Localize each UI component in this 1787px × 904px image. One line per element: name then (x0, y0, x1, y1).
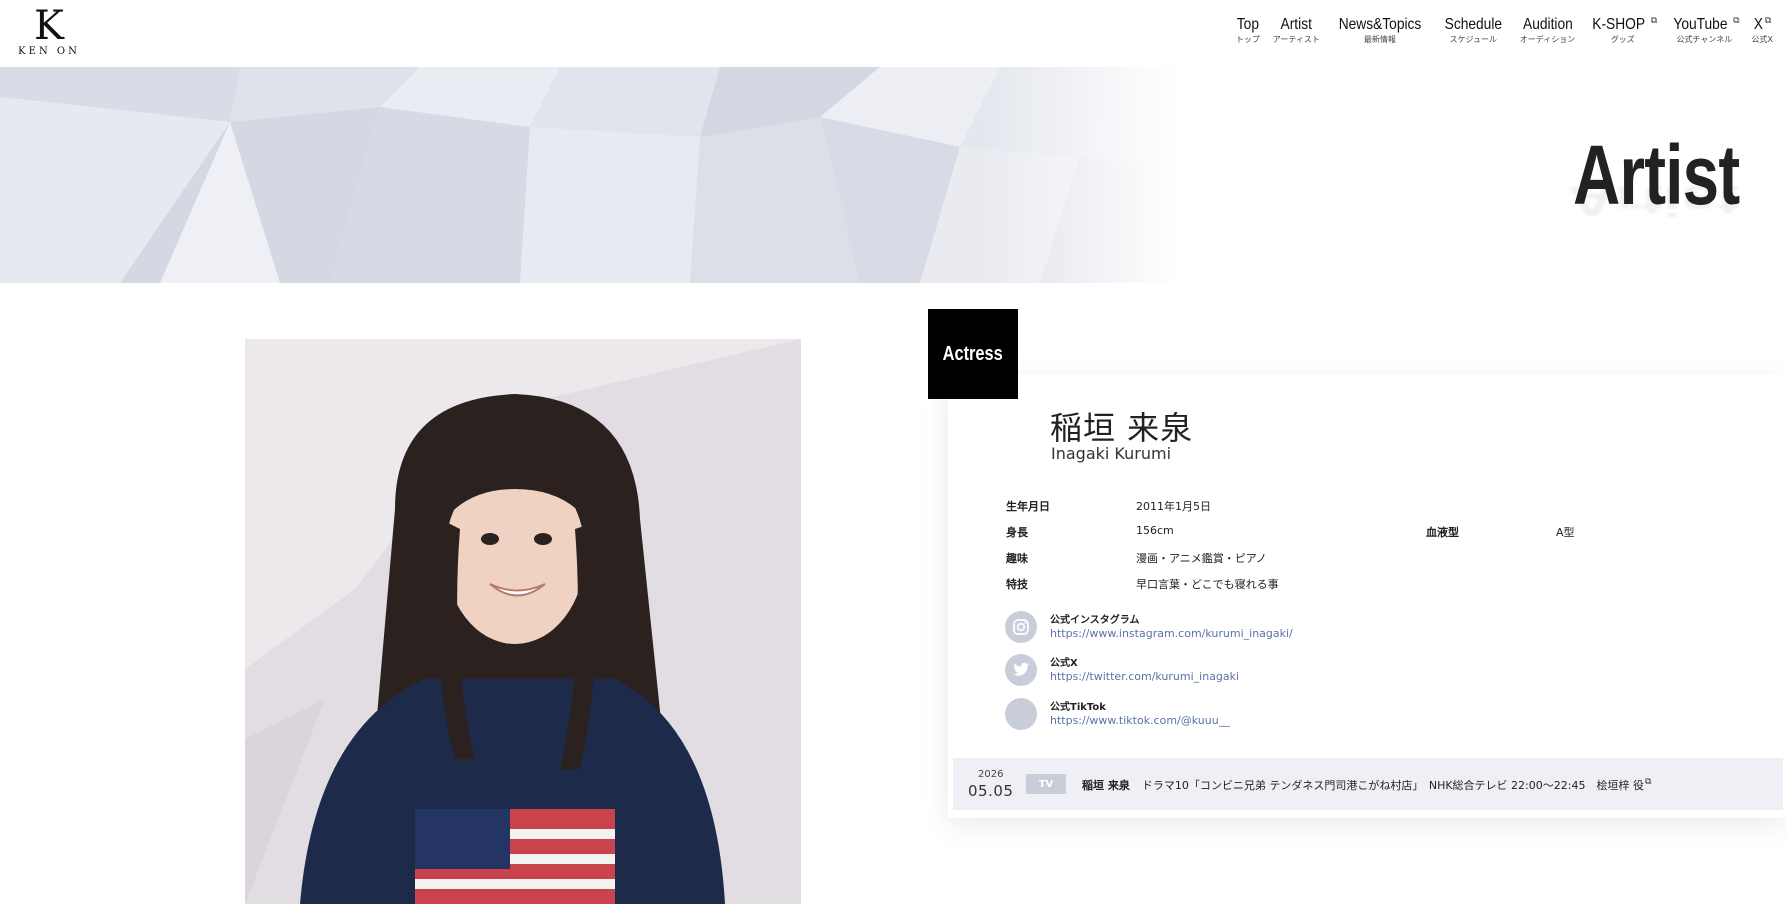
logo-text: KEN ON (18, 46, 80, 57)
instagram-link[interactable]: https://www.instagram.com/kurumi_inagaki… (1050, 627, 1293, 640)
tiktok-link[interactable]: https://www.tiktok.com/@kuuu__ (1050, 714, 1230, 727)
tiktok-title: 公式TikTok (1050, 702, 1106, 713)
category-badge: Actress (928, 309, 1018, 399)
nav-sublabel: アーティスト (1272, 35, 1320, 44)
birthday-label: 生年月日 (1006, 500, 1050, 513)
hobby-value: 漫画・アニメ鑑賞・ピアノ (1136, 552, 1267, 565)
nav-label: Schedule (1444, 16, 1502, 33)
twitter-icon[interactable] (1005, 654, 1037, 686)
schedule-text: 稲垣 来泉 ドラマ10「コンビニ兄弟 テンダネス門司港こがね村店」 NHK総合テレ… (1082, 777, 1651, 793)
category-label: Actress (942, 342, 1004, 365)
external-link-icon: ⧉ (1650, 15, 1658, 26)
nav-item-news[interactable]: News&Topics 最新情報 (1326, 14, 1434, 45)
hero-banner: Artist Artist (0, 67, 1787, 283)
nav-item-youtube[interactable]: YouTube ⧉ 公式チャンネル (1663, 14, 1745, 45)
nav-label: News&Topics (1338, 16, 1422, 33)
nav-sublabel: スケジュール (1449, 35, 1497, 44)
nav-label: Artist (1280, 16, 1312, 33)
artist-name-en: Inagaki Kurumi (1051, 444, 1172, 463)
nav-item-schedule[interactable]: Schedule スケジュール (1434, 14, 1513, 45)
nav-item-top[interactable]: Top トップ (1229, 14, 1267, 45)
ken-on-logo[interactable]: K KEN ON (17, 4, 81, 57)
page-title: Artist (1572, 128, 1740, 222)
nav-item-kshop[interactable]: K-SHOP ⧉ グッズ (1582, 14, 1663, 45)
external-link-icon: ⧉ (1764, 15, 1772, 26)
instagram-title: 公式インスタグラム (1050, 615, 1140, 626)
artist-photo (245, 339, 801, 904)
schedule-year: 2026 (978, 769, 1004, 780)
nav-sublabel: グッズ (1610, 35, 1635, 44)
twitter-link[interactable]: https://twitter.com/kurumi_inagaki (1050, 670, 1239, 683)
artist-photo-illustration (245, 339, 801, 904)
nav-sublabel: トップ (1235, 35, 1260, 44)
polygon-background (0, 67, 1787, 283)
hobby-label: 趣味 (1006, 552, 1028, 565)
nav-label: Top (1236, 16, 1259, 33)
blood-type-value: A型 (1556, 526, 1575, 539)
nav-sublabel: 公式チャンネル (1676, 35, 1733, 44)
logo-letter: K (34, 3, 64, 49)
schedule-date: 05.05 (968, 782, 1014, 800)
nav-sublabel: オーディション (1519, 35, 1576, 44)
tiktok-icon[interactable] (1005, 698, 1037, 730)
nav-item-audition[interactable]: Audition オーディション (1513, 14, 1583, 45)
main-nav: Top トップ Artist アーティスト News&Topics 最新情報 S… (1229, 14, 1779, 45)
nav-label: X (1753, 16, 1764, 33)
nav-item-x[interactable]: X ⧉ 公式X (1746, 14, 1779, 45)
birthday-value: 2011年1月5日 (1136, 500, 1211, 513)
height-value: 156cm (1136, 524, 1174, 537)
skill-label: 特技 (1006, 578, 1028, 591)
nav-label: K-SHOP (1592, 16, 1646, 33)
external-link-icon: ⧉ (1644, 777, 1652, 788)
nav-label: Audition (1522, 16, 1573, 33)
twitter-title: 公式X (1050, 658, 1078, 669)
skill-value: 早口言葉・どこでも寝れる事 (1136, 578, 1279, 591)
site-header: K KEN ON Top トップ Artist アーティスト News&Topi… (0, 0, 1787, 67)
nav-item-artist[interactable]: Artist アーティスト (1267, 14, 1326, 45)
schedule-tag: TV (1026, 774, 1066, 794)
height-label: 身長 (1006, 526, 1028, 539)
nav-label: YouTube (1673, 16, 1728, 33)
nav-sublabel: 公式X (1751, 35, 1773, 44)
artist-name-jp: 稲垣 来泉 (1050, 409, 1194, 447)
blood-type-label: 血液型 (1426, 526, 1459, 539)
schedule-artist: 稲垣 来泉 (1082, 779, 1130, 792)
instagram-icon[interactable] (1005, 611, 1037, 643)
external-link-icon: ⧉ (1733, 15, 1740, 26)
schedule-description: ドラマ10「コンビニ兄弟 テンダネス門司港こがね村店」 NHK総合テレビ 22:… (1141, 779, 1644, 792)
schedule-item[interactable]: 2026 05.05 TV 稲垣 来泉 ドラマ10「コンビニ兄弟 テンダネス門司港… (953, 758, 1783, 810)
nav-sublabel: 最新情報 (1363, 35, 1396, 44)
